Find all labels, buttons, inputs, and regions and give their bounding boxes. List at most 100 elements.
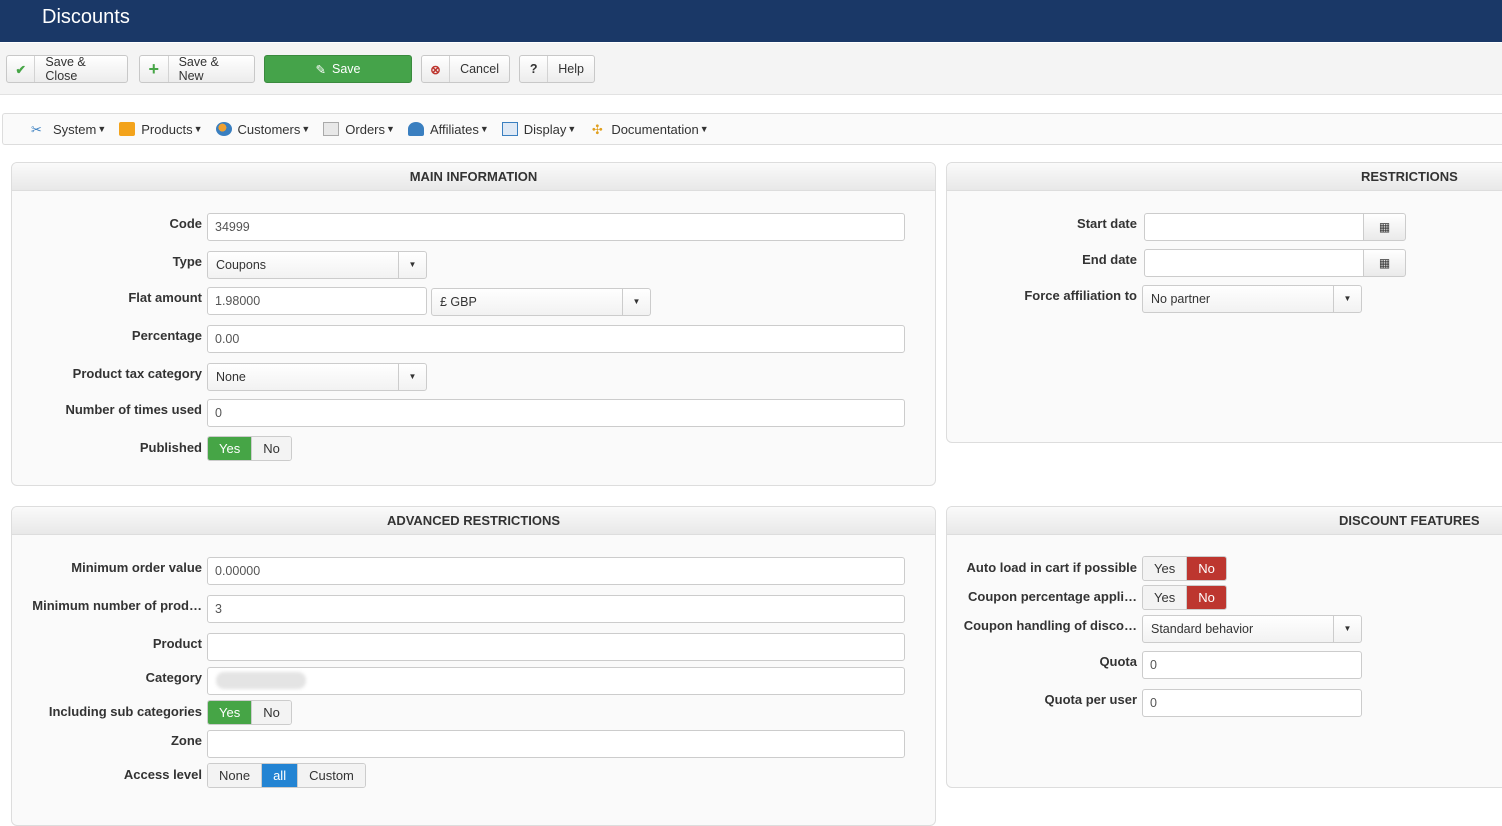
coupon-handling-label: Coupon handling of disco… — [963, 618, 1137, 633]
end-date-calendar-button[interactable]: ▦ — [1363, 249, 1406, 277]
coupon-percentage-no[interactable]: No — [1187, 586, 1226, 609]
subcategories-no[interactable]: No — [252, 701, 291, 724]
chevron-down-icon: ▼ — [398, 364, 426, 390]
products-icon — [119, 122, 136, 136]
save-new-button[interactable]: + Save & New — [139, 55, 255, 83]
menu-orders[interactable]: Orders ▼ — [323, 122, 395, 137]
panel-title: ADVANCED RESTRICTIONS — [12, 507, 935, 535]
currency-select[interactable]: £ GBP ▼ — [431, 288, 651, 316]
times-used-input[interactable]: 0 — [207, 399, 905, 427]
chevron-down-icon: ▼ — [398, 252, 426, 278]
affiliates-icon — [407, 122, 424, 136]
category-input[interactable] — [207, 667, 905, 695]
plus-icon: + — [140, 56, 169, 82]
min-order-input[interactable]: 0.00000 — [207, 557, 905, 585]
subcategories-toggle: Yes No — [207, 700, 292, 725]
code-label: Code — [169, 216, 203, 231]
calendar-icon: ▦ — [1378, 220, 1391, 234]
tax-category-select[interactable]: None ▼ — [207, 363, 427, 391]
panel-title: MAIN INFORMATION — [12, 163, 935, 191]
help-icon: ? — [520, 56, 549, 82]
affiliation-label: Force affiliation to — [1024, 288, 1137, 303]
access-all[interactable]: all — [262, 764, 299, 787]
zone-input[interactable] — [207, 730, 905, 758]
menu-products[interactable]: Products ▼ — [119, 122, 203, 137]
auto-load-label: Auto load in cart if possible — [966, 560, 1137, 575]
cancel-icon: ⊗ — [422, 56, 451, 82]
start-date-calendar-button[interactable]: ▦ — [1363, 213, 1406, 241]
access-level-label: Access level — [123, 767, 202, 782]
save-button[interactable]: ✎ Save — [264, 55, 412, 83]
main-menu: ✂ System ▼ Products ▼ Customers ▼ Orders ▼ Af… — [2, 113, 1502, 145]
percentage-input[interactable]: 0.00 — [207, 325, 905, 353]
calendar-icon: ▦ — [1378, 256, 1391, 270]
min-products-input[interactable]: 3 — [207, 595, 905, 623]
category-label: Category — [145, 670, 202, 685]
save-close-button[interactable]: ✔ Save & Close — [6, 55, 128, 83]
main-information-panel: MAIN INFORMATION — [11, 162, 936, 486]
menu-system[interactable]: ✂ System ▼ — [31, 122, 106, 138]
chevron-down-icon: ▼ — [1333, 286, 1361, 312]
min-products-label: Minimum number of prod… — [32, 598, 202, 613]
orders-icon — [323, 122, 340, 136]
quota-input[interactable]: 0 — [1142, 651, 1362, 679]
type-select[interactable]: Coupons ▼ — [207, 251, 427, 279]
flat-amount-input[interactable]: 1.98000 — [207, 287, 427, 315]
subcategories-yes[interactable]: Yes — [208, 701, 253, 724]
affiliation-select[interactable]: No partner ▼ — [1142, 285, 1362, 313]
zone-label: Zone — [170, 733, 202, 748]
auto-load-no[interactable]: No — [1187, 557, 1226, 580]
percentage-label: Percentage — [131, 328, 202, 343]
page-title: Discounts — [42, 6, 130, 28]
menu-documentation[interactable]: ✣ Documentation ▼ — [589, 122, 709, 138]
menu-display[interactable]: Display ▼ — [501, 122, 576, 137]
panel-title: RESTRICTIONS — [947, 163, 1502, 191]
end-date-label: End date — [1082, 252, 1137, 267]
quota-label: Quota — [1099, 654, 1137, 669]
chevron-down-icon: ▼ — [622, 289, 650, 315]
cancel-button[interactable]: ⊗ Cancel — [421, 55, 510, 83]
chevron-down-icon: ▼ — [1333, 616, 1361, 642]
panel-title: DISCOUNT FEATURES — [947, 507, 1502, 535]
access-level-toggle: None all Custom — [207, 763, 366, 788]
documentation-icon: ✣ — [591, 122, 603, 137]
end-date-input[interactable] — [1144, 249, 1364, 277]
product-input[interactable] — [207, 633, 905, 661]
tools-icon: ✂ — [31, 122, 42, 137]
page-header: Discounts — [0, 0, 1502, 42]
customers-icon — [215, 122, 232, 136]
published-no[interactable]: No — [252, 437, 291, 460]
discount-features-panel: DISCOUNT FEATURES — [946, 506, 1502, 788]
help-button[interactable]: ? Help — [519, 55, 595, 83]
display-icon — [501, 122, 518, 136]
check-icon: ✔ — [7, 56, 36, 82]
coupon-percentage-label: Coupon percentage appli… — [967, 589, 1137, 604]
product-label: Product — [152, 636, 202, 651]
start-date-label: Start date — [1077, 216, 1137, 231]
menu-affiliates[interactable]: Affiliates ▼ — [407, 122, 489, 137]
auto-load-toggle: Yes No — [1142, 556, 1227, 581]
quota-per-user-input[interactable]: 0 — [1142, 689, 1362, 717]
access-none[interactable]: None — [208, 764, 263, 787]
edit-icon: ✎ — [315, 62, 326, 77]
code-input[interactable]: 34999 — [207, 213, 905, 241]
tax-category-label: Product tax category — [72, 366, 202, 381]
subcategories-label: Including sub categories — [48, 704, 202, 719]
times-used-label: Number of times used — [65, 402, 202, 417]
quota-per-user-label: Quota per user — [1044, 692, 1137, 707]
published-label: Published — [139, 440, 202, 455]
auto-load-yes[interactable]: Yes — [1143, 557, 1188, 580]
access-custom[interactable]: Custom — [298, 764, 365, 787]
coupon-percentage-yes[interactable]: Yes — [1143, 586, 1188, 609]
menu-customers[interactable]: Customers ▼ — [215, 122, 310, 137]
published-yes[interactable]: Yes — [208, 437, 253, 460]
start-date-input[interactable] — [1144, 213, 1364, 241]
min-order-label: Minimum order value — [71, 560, 202, 575]
category-tag-blurred[interactable] — [216, 672, 306, 689]
published-toggle: Yes No — [207, 436, 292, 461]
coupon-handling-select[interactable]: Standard behavior ▼ — [1142, 615, 1362, 643]
toolbar: ✔ Save & Close + Save & New ✎ Save ⊗ Cancel … — [0, 43, 1502, 95]
type-label: Type — [172, 254, 202, 269]
flat-amount-label: Flat amount — [128, 290, 202, 305]
coupon-percentage-toggle: Yes No — [1142, 585, 1227, 610]
